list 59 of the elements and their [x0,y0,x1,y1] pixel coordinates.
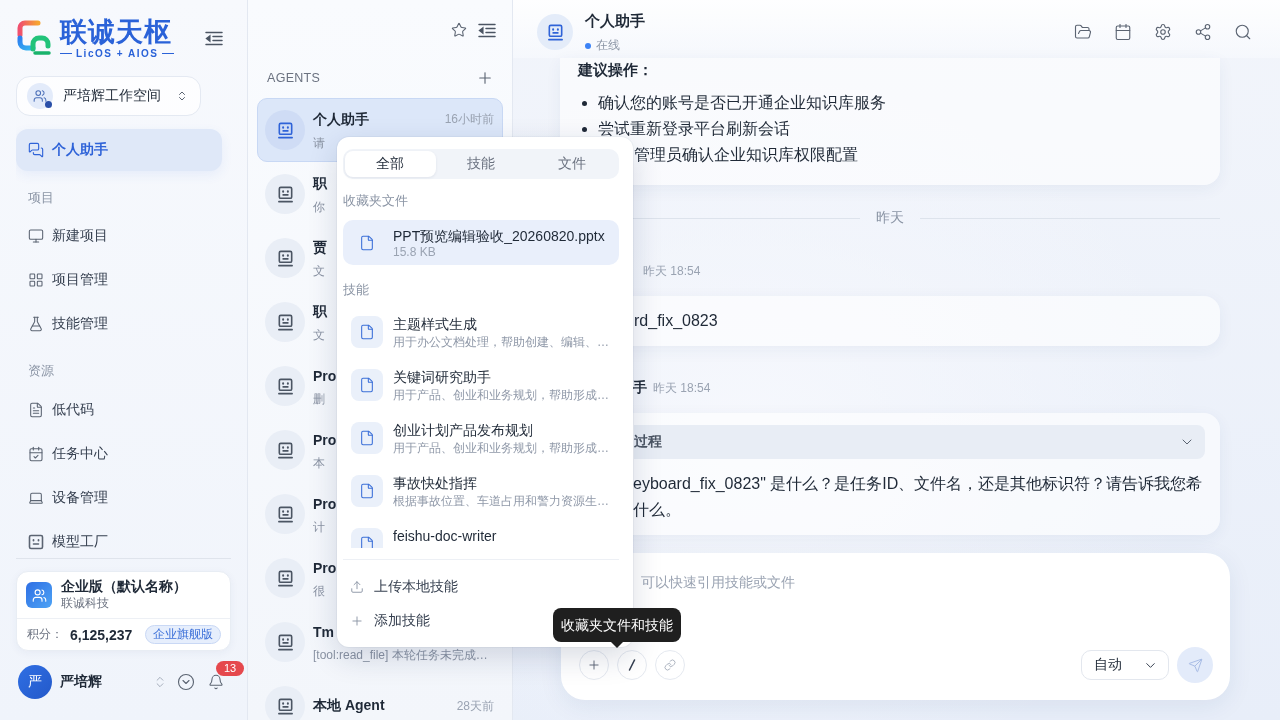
agent-name: Pro [313,495,337,512]
message-text: rd_fix_0823 [634,313,718,329]
agent-preview: 本 [313,456,325,470]
agent-preview: 文 [313,264,325,278]
agent-name: Tm [313,623,334,640]
points-value: 6,125,237 [70,626,133,643]
skill-name: feishu-doc-writer [393,527,497,545]
skill-name: 关键词研究助手 [393,368,491,386]
brand-name: 联诚天枢 [60,16,172,47]
message-text: eyboard_fix_0823" 是什么？是任务ID、文件名，还是其他标识符？请告诉我您希 什么。 [633,474,1203,520]
agent-preview: 计 [313,520,325,534]
agent-name: Pro [313,367,337,384]
notification-badge: 13 [216,661,244,676]
plan-name: 企业版（默认名称） [61,578,187,595]
skill-description: 用于产品、创业和业务规划，帮助形成… [393,440,609,456]
date-label: 昨天 [875,209,905,227]
agent-preview: 你 [313,200,325,214]
section-label: 收藏夹文件 [343,192,408,210]
message-heading: 建议操作： [578,60,653,80]
points-label: 积分： [27,626,63,643]
message-text: 尝试重新登录平台刷新会话 [598,121,790,137]
agent-time: 28天前 [456,697,494,715]
agent-name: 个人助手 [313,110,369,129]
agent-preview: 请 [313,136,325,150]
agent-name: Pro [313,431,337,448]
agent-preview: 很 [313,584,325,598]
skill-name: 事故快处指挥 [393,474,477,492]
section-label: AGENTS [267,71,321,85]
skill-name: 创业计划产品发布规划 [393,421,533,439]
brand-tagline: LicOS + AIOS [76,47,159,60]
agent-preview: [tool:read_file] 本轮任务未完成… [313,648,488,662]
agent-name: Pro [313,559,337,576]
status-text: 在线 [596,37,620,54]
section-label: 资源 [27,362,55,380]
message-time: 昨天 18:54 [653,379,711,397]
agent-name: 贾 [313,238,327,257]
agent-name: 职 [313,302,327,321]
skill-description: 用于产品、创业和业务规划，帮助形成… [393,387,609,403]
author-name: 手 [633,379,647,397]
user-name: 严培辉 [60,673,102,691]
message-text: 确认您的账号是否已开通企业知识库服务 [598,95,886,111]
skill-name: 主题样式生成 [393,315,477,333]
agent-preview: 删 [313,392,325,406]
section-label: 技能 [343,281,369,299]
file-size: 15.8 KB [393,244,436,259]
chat-title: 个人助手 [585,10,645,31]
file-name: PPT预览编辑验收_20260820.pptx [393,226,605,245]
tooltip: 收藏夹文件和技能 [553,608,681,642]
agent-time: 16小时前 [444,111,494,128]
message-time: 昨天 18:54 [643,262,701,280]
skill-description: 根据事故位置、车道占用和警力资源生… [393,493,609,509]
agent-name: 职 [313,174,327,193]
agent-preview: 文 [313,328,325,342]
company-name: 联诚科技 [61,595,110,612]
agent-name: 本地 Agent [313,697,385,715]
message-text: 管理员确认企业知识库权限配置 [634,147,858,163]
skill-description: 用于办公文档处理，帮助创建、编辑、… [393,334,609,350]
plan-badge: 企业旗舰版 [145,625,221,644]
section-label: 项目 [27,189,55,207]
